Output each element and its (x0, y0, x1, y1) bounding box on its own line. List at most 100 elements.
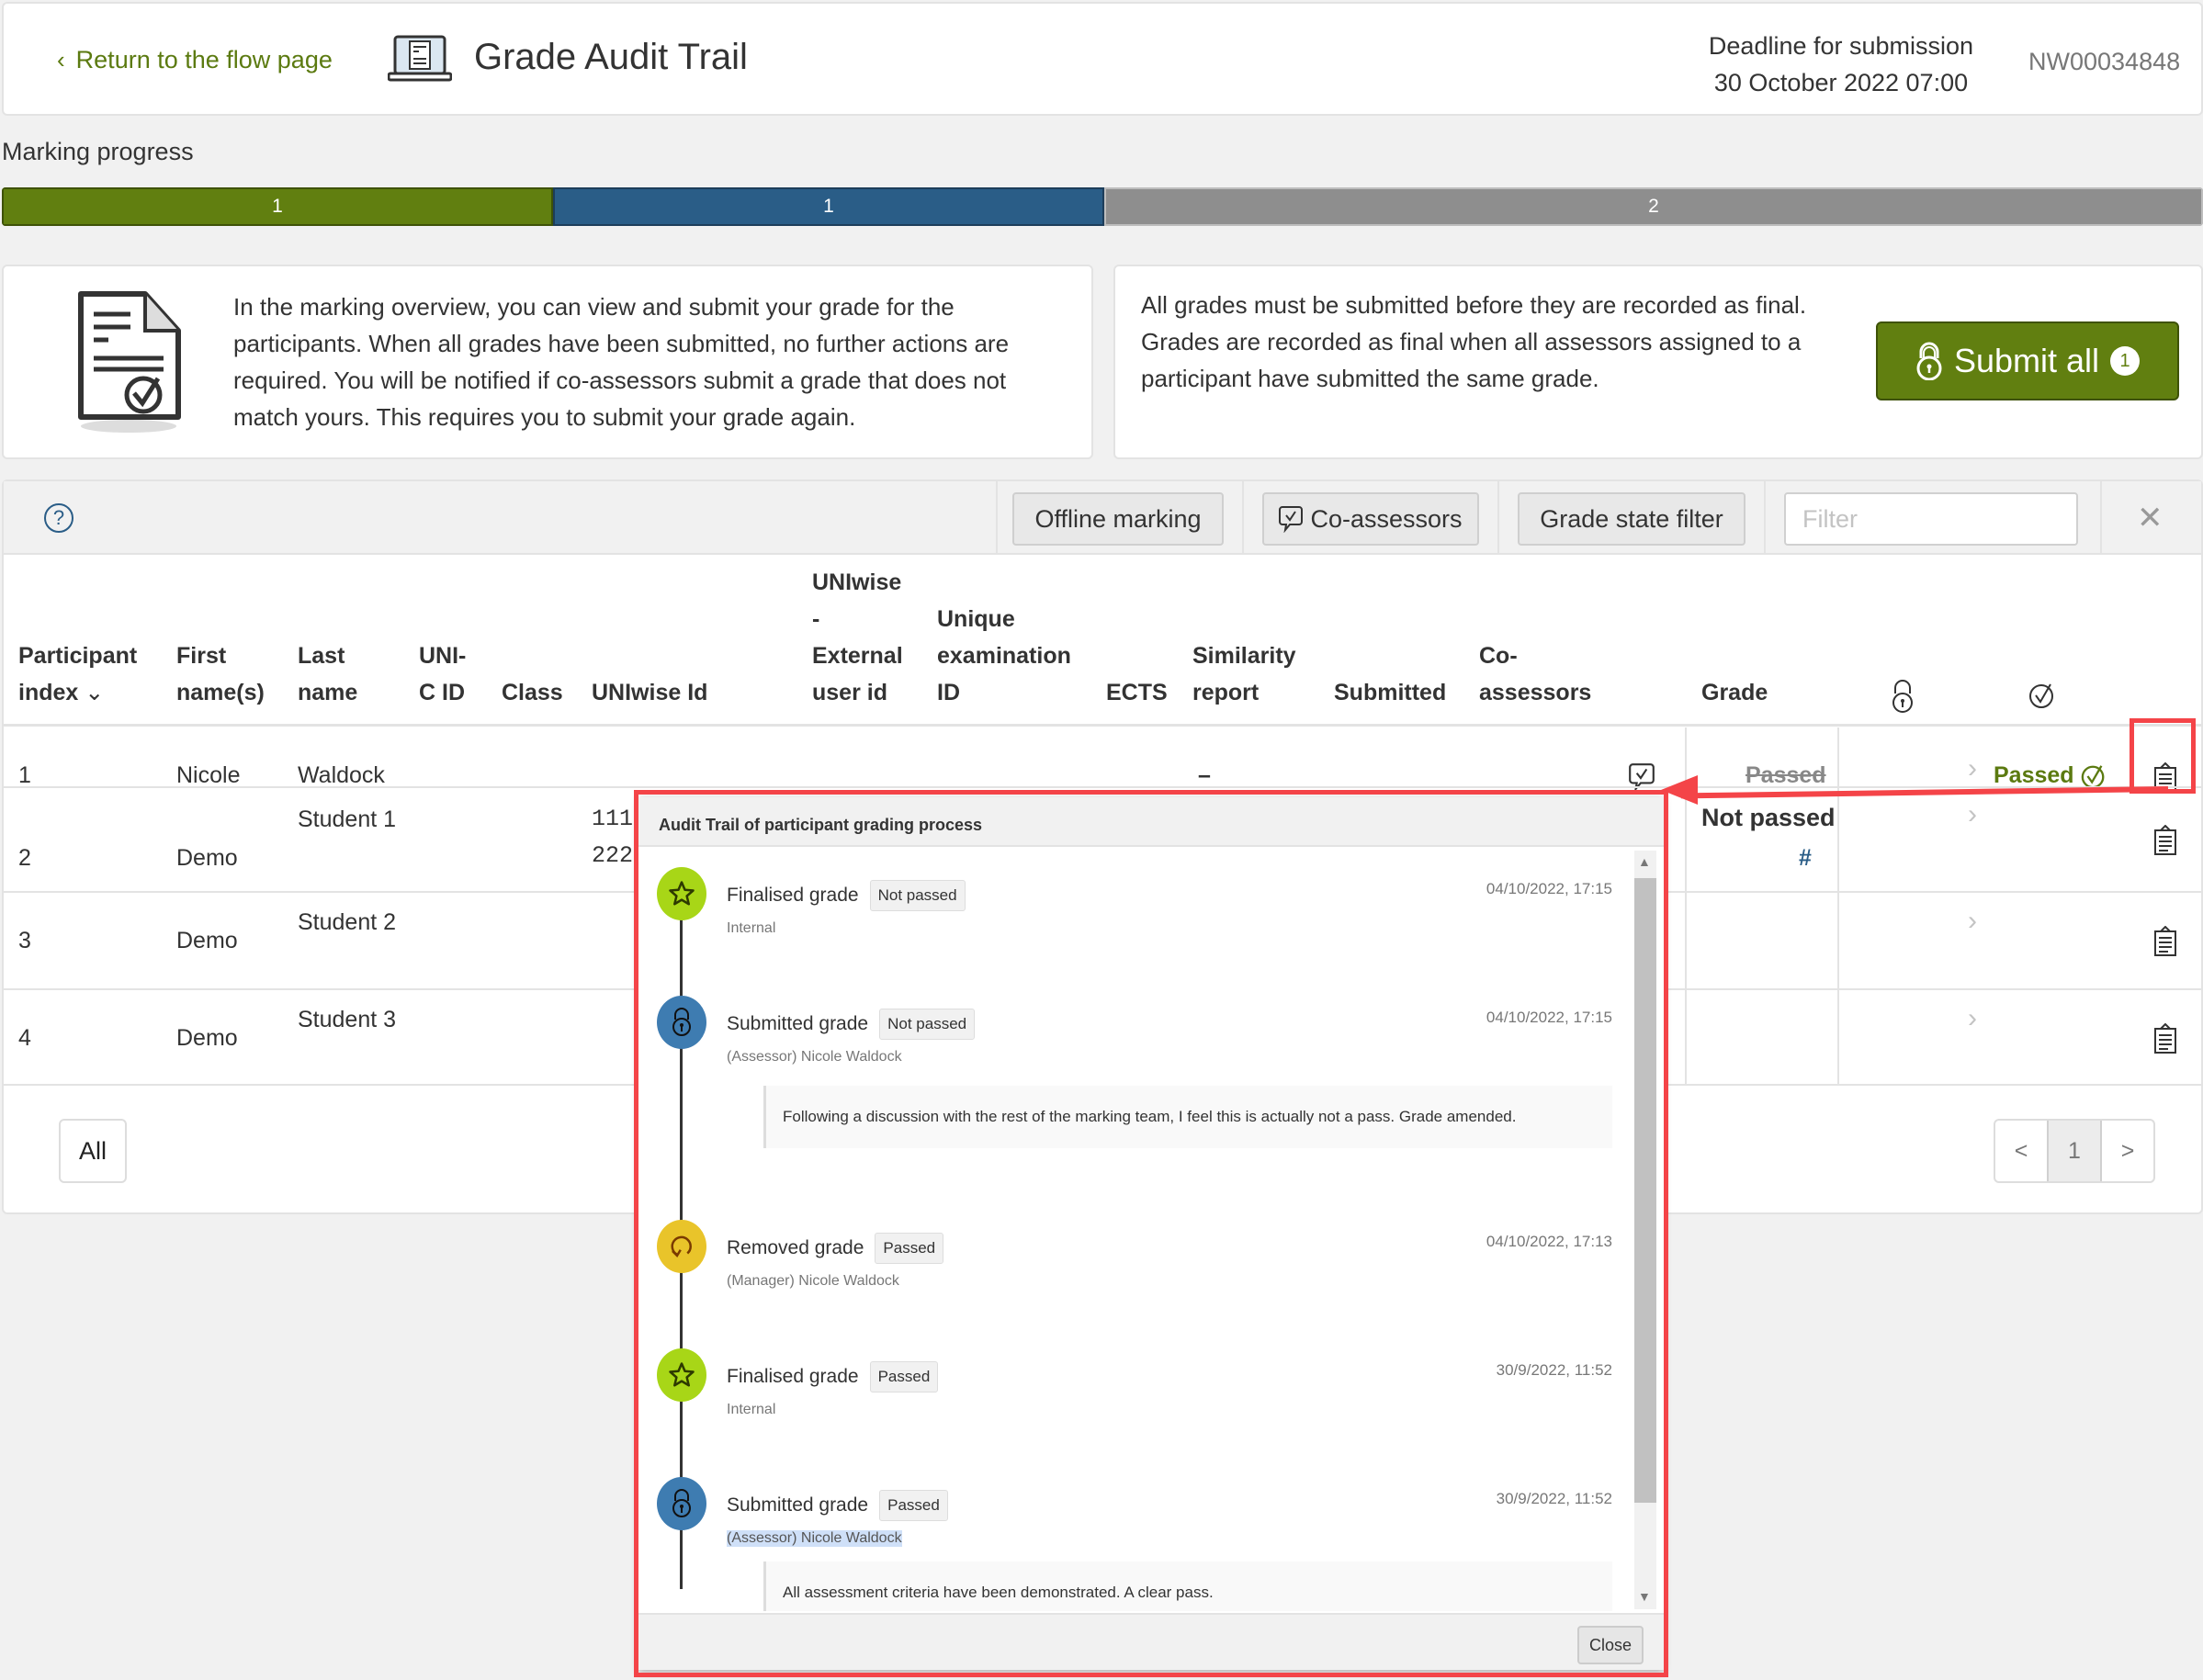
marking-progress-label: Marking progress (2, 138, 194, 165)
column-header-participant-index[interactable]: Participant index ⌄ (18, 637, 156, 711)
column-header-first-names[interactable]: First name(s) (176, 637, 277, 711)
submit-all-count-badge: 1 (2110, 346, 2141, 376)
close-button[interactable]: Close (1577, 1626, 1644, 1664)
column-header-class[interactable]: Class (502, 674, 563, 711)
chevron-right-icon[interactable]: › (1968, 1003, 1977, 1034)
toolbar-divider (1242, 481, 1244, 555)
chevron-right-icon[interactable]: › (1968, 799, 1977, 830)
lock-icon (657, 1477, 706, 1530)
dialog-footer: Close (638, 1613, 1664, 1670)
timeline-event: Removed grade Passed (Manager) Nicole Wa… (657, 1220, 1612, 1302)
scroll-up-arrow-icon[interactable]: ▲ (1638, 854, 1651, 869)
toolbar-divider (2100, 481, 2102, 555)
audit-trail-clipboard-icon[interactable] (2153, 926, 2177, 957)
co-assessors-button[interactable]: Co-assessors (1262, 492, 1479, 546)
laptop-document-icon (388, 35, 452, 82)
scrollbar-thumb[interactable] (1634, 878, 1656, 1503)
progress-segment: 1 (553, 187, 1104, 226)
current-page-button[interactable]: 1 (2047, 1121, 2102, 1181)
column-header-similarity-report[interactable]: Similarity report (1192, 637, 1321, 711)
pagination: < 1 > (1994, 1119, 2155, 1183)
audit-trail-clipboard-icon[interactable] (2153, 1023, 2177, 1054)
column-header-submitted[interactable]: Submitted (1334, 674, 1446, 711)
cell-grade-removed: Passed (1745, 762, 1826, 788)
lock-icon (1892, 680, 1913, 713)
progress-segment: 1 (2, 187, 553, 226)
co-assessors-label: Co-assessors (1310, 504, 1463, 533)
column-header-grade[interactable]: Grade (1701, 674, 1768, 711)
table-toolbar: ? Offline marking Co-assessors Grade sta… (4, 481, 2201, 555)
column-header-co-assessors[interactable]: Co-assessors (1479, 637, 1599, 711)
event-title: Submitted grade Passed (727, 1490, 948, 1521)
event-timestamp: 04/10/2022, 17:15 (1486, 880, 1612, 897)
toolbar-divider (1497, 481, 1499, 555)
grade-state-filter-button[interactable]: Grade state filter (1518, 492, 1745, 546)
document-check-icon (78, 291, 181, 433)
timeline-event: Finalised grade Not passed Internal 04/1… (657, 867, 1612, 950)
page-title: Grade Audit Trail (474, 37, 748, 77)
event-type: Finalised grade (727, 885, 859, 906)
cell-index: 3 (18, 928, 31, 953)
help-icon[interactable]: ? (44, 503, 73, 533)
cell-grade: Not passed (1701, 804, 1836, 831)
dialog-title: Audit Trail of participant grading proce… (638, 797, 1664, 847)
lock-icon (657, 996, 706, 1049)
cell-last-name: Student 3 (298, 1007, 397, 1032)
dialog-scrollbar[interactable]: ▲ ▼ (1634, 851, 1656, 1609)
event-actor: (Assessor) Nicole Waldock (727, 1530, 902, 1547)
chevron-right-icon[interactable]: › (1968, 906, 1977, 937)
return-to-flow-link[interactable]: ‹ Return to the flow page (57, 46, 333, 74)
filter-input[interactable] (1784, 492, 2078, 546)
toolbar-divider (996, 481, 998, 555)
column-header-uniwise-id[interactable]: UNIwise Id (592, 674, 707, 711)
deadline-block: Deadline for submission 30 October 2022 … (1676, 28, 2006, 101)
participant-index-header-label: Participant index (18, 643, 138, 705)
timeline-event: Submitted grade Not passed (Assessor) Ni… (657, 996, 1612, 1179)
cell-first-name: Nicole (176, 762, 241, 788)
deadline-value: 30 October 2022 07:00 (1713, 69, 1969, 96)
final-grade-label: Passed (1994, 762, 2074, 788)
column-header-ects[interactable]: ECTS (1106, 674, 1168, 711)
highlight-annotation-box (2130, 718, 2196, 794)
chevron-left-icon: ‹ (57, 46, 65, 73)
next-page-button[interactable]: > (2102, 1121, 2153, 1181)
info-panel-submit: All grades must be submitted before they… (1113, 265, 2203, 459)
column-header-external-user-id[interactable]: UNIwise - External user id (812, 564, 913, 711)
speech-check-icon (1279, 506, 1304, 533)
cell-first-name: Demo (176, 928, 238, 953)
cell-first-name: Demo (176, 845, 238, 871)
clear-filter-icon[interactable]: ✕ (2137, 500, 2163, 536)
page-header: ‹ Return to the flow page Grade Audit Tr… (2, 2, 2203, 116)
event-title: Removed grade Passed (727, 1233, 944, 1264)
grade-note-link[interactable]: # (1799, 840, 1812, 876)
offline-marking-button[interactable]: Offline marking (1012, 492, 1224, 546)
column-header-unique-exam-id[interactable]: Unique examination ID (937, 601, 1093, 711)
cell-first-name: Demo (176, 1025, 238, 1051)
cell-index: 2 (18, 845, 31, 871)
event-comment: Following a discussion with the rest of … (763, 1086, 1612, 1148)
submit-all-button[interactable]: Submit all 1 (1876, 321, 2179, 400)
column-header-last-name[interactable]: Last name (298, 637, 371, 711)
event-type: Submitted grade (727, 1494, 869, 1516)
lock-icon (1916, 342, 1942, 380)
event-timestamp: 30/9/2022, 11:52 (1496, 1490, 1612, 1507)
chevron-right-icon[interactable]: › (1968, 753, 1977, 784)
cell-last-name: Student 2 (298, 909, 397, 935)
timeline-event: Finalised grade Passed Internal 30/9/202… (657, 1348, 1612, 1431)
event-title: Submitted grade Not passed (727, 1009, 976, 1040)
return-link-label: Return to the flow page (75, 46, 333, 73)
event-grade-tag: Not passed (869, 880, 966, 911)
overview-info-text: In the marking overview, you can view an… (233, 293, 1010, 431)
marking-progress-bar: 112 (2, 187, 2203, 226)
audit-timeline: Finalised grade Not passed Internal 04/1… (638, 849, 1620, 1611)
star-icon (657, 1348, 706, 1402)
audit-trail-clipboard-icon[interactable] (2153, 825, 2177, 856)
prev-page-button[interactable]: < (1995, 1121, 2047, 1181)
show-all-button[interactable]: All (59, 1119, 127, 1183)
column-header-unic-id[interactable]: UNI-C ID (419, 637, 474, 711)
event-type: Finalised grade (727, 1366, 859, 1387)
scroll-down-arrow-icon[interactable]: ▼ (1638, 1589, 1651, 1604)
event-type: Submitted grade (727, 1013, 869, 1034)
row-divider (4, 786, 2201, 788)
submit-info-text: All grades must be submitted before they… (1141, 291, 1807, 392)
